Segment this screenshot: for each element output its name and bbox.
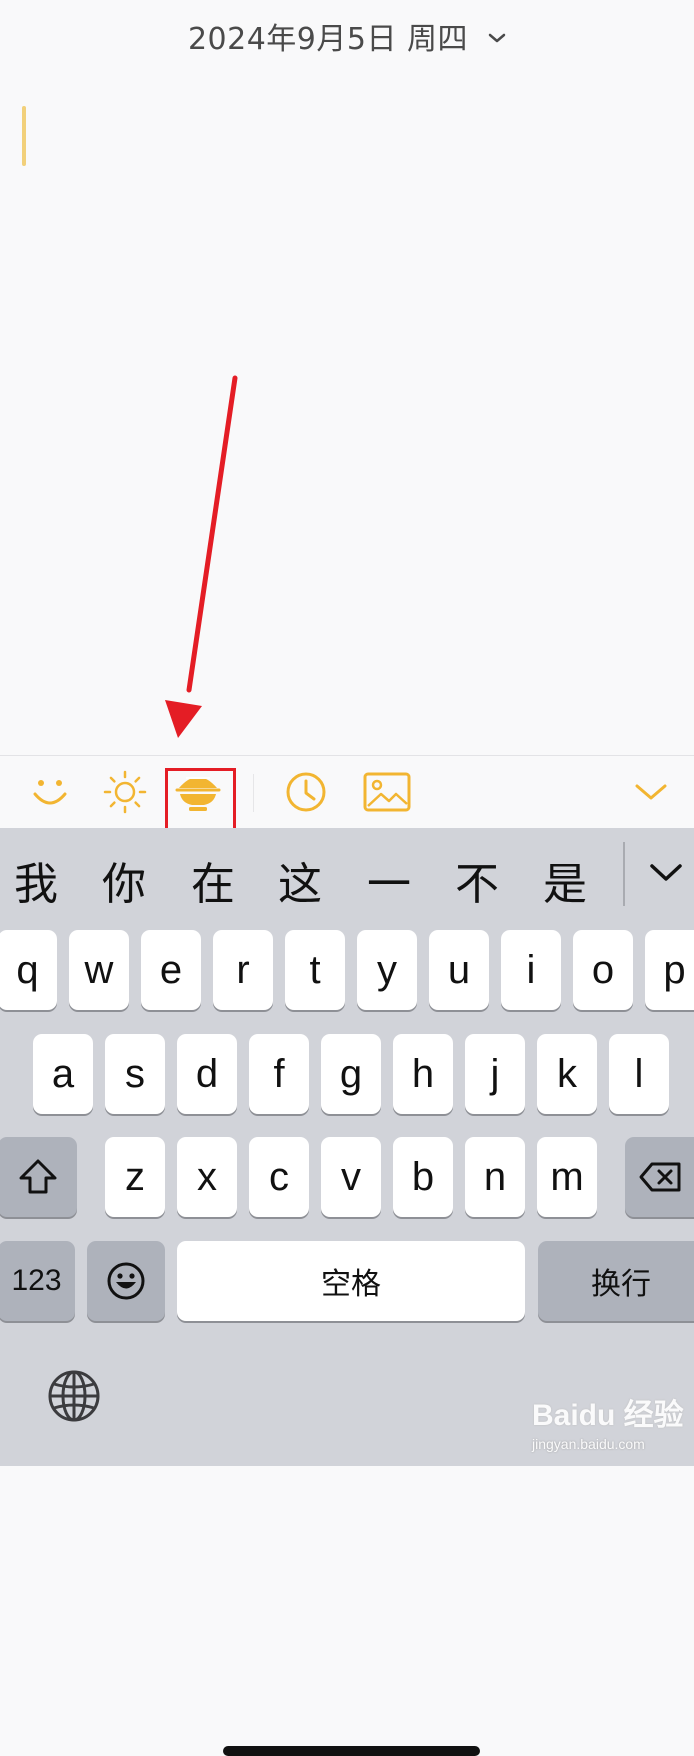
shift-key[interactable] bbox=[0, 1137, 77, 1217]
watermark-logo: Baidu 经验 bbox=[532, 1399, 684, 1432]
space-key[interactable]: 空格 bbox=[177, 1241, 525, 1321]
numbers-key[interactable]: 123 bbox=[0, 1241, 75, 1321]
keyboard: 我 你 在 这 一 不 是 q w e r t y u i o p a s d … bbox=[0, 828, 694, 1756]
return-key[interactable]: 换行 bbox=[538, 1241, 694, 1321]
key-s[interactable]: s bbox=[105, 1034, 165, 1114]
key-h[interactable]: h bbox=[393, 1034, 453, 1114]
key-u[interactable]: u bbox=[429, 930, 489, 1010]
candidate-divider bbox=[623, 842, 625, 906]
key-o[interactable]: o bbox=[573, 930, 633, 1010]
weather-button[interactable] bbox=[97, 764, 153, 820]
key-j[interactable]: j bbox=[465, 1034, 525, 1114]
key-v[interactable]: v bbox=[321, 1137, 381, 1217]
key-b[interactable]: b bbox=[393, 1137, 453, 1217]
key-l[interactable]: l bbox=[609, 1034, 669, 1114]
toolbar-divider bbox=[253, 774, 254, 812]
key-i[interactable]: i bbox=[501, 930, 561, 1010]
key-g[interactable]: g bbox=[321, 1034, 381, 1114]
key-a[interactable]: a bbox=[33, 1034, 93, 1114]
key-t[interactable]: t bbox=[285, 930, 345, 1010]
candidate-item[interactable]: 一 bbox=[359, 848, 419, 912]
key-c[interactable]: c bbox=[249, 1137, 309, 1217]
candidate-bar: 我 你 在 这 一 不 是 bbox=[0, 828, 694, 920]
emoji-key[interactable] bbox=[87, 1241, 165, 1321]
candidate-item[interactable]: 在 bbox=[183, 848, 243, 912]
key-z[interactable]: z bbox=[105, 1137, 165, 1217]
key-w[interactable]: w bbox=[69, 930, 129, 1010]
key-y[interactable]: y bbox=[357, 930, 417, 1010]
smiley-button[interactable] bbox=[22, 764, 78, 820]
watermark: Baidu 经验 jingyan.baidu.com bbox=[532, 1390, 684, 1452]
collapse-keyboard-button[interactable] bbox=[623, 764, 679, 820]
candidate-item[interactable]: 我 bbox=[6, 848, 66, 912]
annotation-arrow bbox=[165, 375, 238, 738]
editor-toolbar bbox=[0, 755, 694, 831]
sun-icon bbox=[103, 770, 147, 814]
smiley-icon bbox=[33, 780, 67, 805]
key-p[interactable]: p bbox=[645, 930, 694, 1010]
image-button[interactable] bbox=[359, 764, 415, 820]
candidate-item[interactable]: 是 bbox=[535, 848, 595, 912]
return-key-label: 换行 bbox=[591, 1267, 651, 1302]
emoji-icon bbox=[107, 1262, 145, 1300]
globe-icon[interactable] bbox=[46, 1368, 102, 1424]
candidate-item[interactable]: 不 bbox=[447, 848, 507, 912]
key-x[interactable]: x bbox=[177, 1137, 237, 1217]
backspace-icon bbox=[639, 1162, 680, 1192]
delete-key[interactable] bbox=[625, 1137, 694, 1217]
space-key-label: 空格 bbox=[321, 1267, 381, 1302]
key-e[interactable]: e bbox=[141, 930, 201, 1010]
candidate-item[interactable]: 你 bbox=[94, 848, 154, 912]
key-f[interactable]: f bbox=[249, 1034, 309, 1114]
clock-icon bbox=[286, 772, 326, 812]
key-k[interactable]: k bbox=[537, 1034, 597, 1114]
key-r[interactable]: r bbox=[213, 930, 273, 1010]
key-q[interactable]: q bbox=[0, 930, 57, 1010]
highlight-box bbox=[165, 768, 236, 831]
key-n[interactable]: n bbox=[465, 1137, 525, 1217]
collapse-chevron-icon bbox=[635, 784, 667, 800]
time-button[interactable] bbox=[278, 764, 334, 820]
key-m[interactable]: m bbox=[537, 1137, 597, 1217]
shift-icon bbox=[19, 1159, 56, 1194]
numbers-key-label: 123 bbox=[11, 1264, 62, 1297]
key-d[interactable]: d bbox=[177, 1034, 237, 1114]
expand-candidates-icon[interactable] bbox=[644, 850, 688, 894]
image-icon bbox=[363, 772, 411, 812]
candidate-item[interactable]: 这 bbox=[270, 848, 330, 912]
home-indicator[interactable] bbox=[223, 1746, 480, 1756]
watermark-url: jingyan.baidu.com bbox=[532, 1436, 645, 1452]
